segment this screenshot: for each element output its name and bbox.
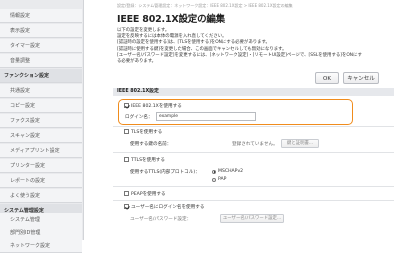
description-line: [ユーザー名/パスワード設定]を変更するには、[ネットワーク設定]・[リモートU… [117, 52, 362, 65]
sidebar-item-copy[interactable]: コピー設定 [0, 99, 82, 113]
peap-label: PEAPを使用する [131, 192, 166, 197]
sidebar-header-function: ファンクション設定 [0, 69, 82, 83]
ieee-8021x-label: IEEE 802.1Xを使用する [131, 104, 182, 109]
sidebar-item-scan[interactable]: スキャン設定 [0, 129, 82, 143]
tls-key-status: 登録されていません。 [232, 142, 278, 147]
sidebar-item-media-print[interactable]: メディアプリント設定 [0, 144, 82, 158]
key-certificate-button[interactable]: 鍵と証明書... [281, 139, 319, 148]
sidebar-item-system-mgmt[interactable]: システム管理 [0, 213, 82, 227]
login-name-label: ログイン名： [125, 115, 153, 120]
sidebar-item-info-settings[interactable]: 情報設定 [0, 9, 82, 23]
sidebar-item-display-settings[interactable]: 表示設定 [0, 24, 82, 38]
userpass-button[interactable]: ユーザー名/パスワード設定... [220, 213, 284, 223]
ttls-label: TTLSを使用する [131, 158, 165, 163]
use-login-as-username-checkbox[interactable] [124, 204, 129, 209]
ttls-protocol-label: 使用するTTLS(内部プロトコル)： [130, 170, 200, 175]
breadcrumb: 設定/登録：システム管理設定：ネットワーク設定：IEEE 802.1X設定 > … [117, 3, 293, 8]
sidebar-item-favorites[interactable]: よく使う設定 [0, 189, 82, 203]
divider [113, 126, 394, 127]
radio-pap-label: PAP [218, 177, 227, 182]
peap-checkbox[interactable] [124, 191, 129, 196]
main-content: 設定/登録：システム管理設定：ネットワーク設定：IEEE 802.1X設定 > … [84, 0, 399, 240]
tls-checkbox[interactable] [124, 129, 129, 134]
ieee-8021x-checkbox[interactable] [124, 103, 129, 108]
sidebar-item-report[interactable]: レポートの設定 [0, 174, 82, 188]
sidebar-item-dept-id[interactable]: 部門別ID管理 [0, 226, 82, 240]
ok-button[interactable]: OK [315, 72, 339, 84]
section-title: IEEE 802.1X設定 [113, 88, 394, 96]
sidebar-item-common[interactable]: 共通設定 [0, 84, 82, 98]
divider [113, 152, 394, 153]
use-login-as-username-label: ユーザー名にログイン名を使用する [131, 205, 205, 210]
cancel-button[interactable]: キャンセル [343, 72, 379, 84]
sidebar-item-volume[interactable]: 音量調整 [0, 54, 82, 68]
sidebar-item-printer[interactable]: プリンター設定 [0, 159, 82, 173]
radio-mschapv2-label: MSCHAPv2 [218, 169, 244, 174]
divider [113, 200, 394, 201]
sidebar: 情報設定 表示設定 タイマー設定 音量調整 ファンクション設定 共通設定 コピー… [0, 0, 84, 253]
tls-key-label: 使用する鍵の名前： [130, 142, 172, 147]
radio-mschapv2[interactable] [212, 169, 216, 174]
divider [113, 186, 394, 187]
sidebar-item-fax[interactable]: ファクス設定 [0, 114, 82, 128]
page-title: IEEE 802.1X設定の編集 [117, 14, 225, 25]
sidebar-item-timer-settings[interactable]: タイマー設定 [0, 39, 82, 53]
radio-pap[interactable] [212, 177, 216, 182]
ttls-checkbox[interactable] [124, 157, 129, 162]
userpass-label: ユーザー名/パスワード設定： [130, 217, 192, 222]
login-name-input[interactable]: example [156, 111, 256, 121]
sidebar-item-network[interactable]: ネットワーク設定 [0, 239, 82, 253]
tls-label: TLSを使用する [131, 130, 163, 135]
description: 以下の設定を変更します。 設定を反映するには本体の電源を入れ直してください。 [… [117, 28, 362, 65]
